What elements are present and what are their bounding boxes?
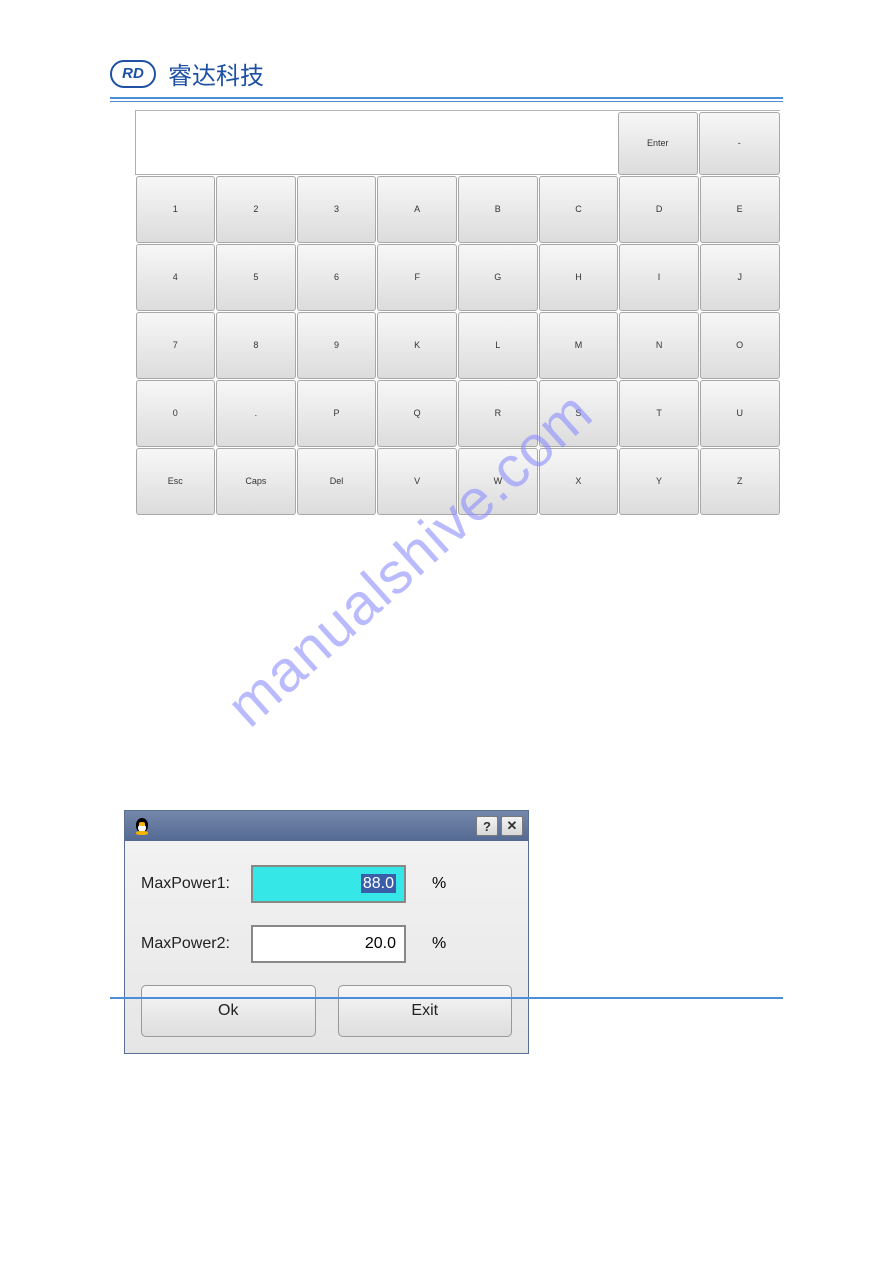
header-divider — [110, 97, 783, 99]
maxpower2-unit: % — [432, 935, 446, 953]
close-button[interactable]: ✕ — [501, 816, 523, 836]
key-y[interactable]: Y — [619, 448, 699, 515]
key-8[interactable]: 8 — [216, 312, 296, 379]
key-i[interactable]: I — [619, 244, 699, 311]
key-caps[interactable]: Caps — [216, 448, 296, 515]
maxpower2-label: MaxPower2: — [141, 935, 251, 953]
key-a[interactable]: A — [377, 176, 457, 243]
key-q[interactable]: Q — [377, 380, 457, 447]
penguin-icon — [132, 816, 152, 836]
key-enter[interactable]: Enter — [618, 112, 699, 175]
key-6[interactable]: 6 — [297, 244, 377, 311]
key-b[interactable]: B — [458, 176, 538, 243]
maxpower2-input[interactable]: 20.0 — [251, 925, 406, 963]
key-e[interactable]: E — [700, 176, 780, 243]
key-0[interactable]: 0 — [136, 380, 216, 447]
footer-divider — [110, 997, 783, 999]
key-c[interactable]: C — [539, 176, 619, 243]
key-2[interactable]: 2 — [216, 176, 296, 243]
onscreen-keyboard: Enter - 123ABCDE 456FGHIJ 789KLMNO 0.PQRSTU… — [135, 110, 780, 515]
dialog-titlebar: ? ✕ — [125, 811, 528, 841]
exit-button[interactable]: Exit — [338, 985, 513, 1037]
key-1[interactable]: 1 — [136, 176, 216, 243]
key-l[interactable]: L — [458, 312, 538, 379]
maxpower1-input[interactable]: 88.0 — [251, 865, 406, 903]
key-x[interactable]: X — [539, 448, 619, 515]
help-button[interactable]: ? — [476, 816, 498, 836]
key-dash[interactable]: - — [699, 112, 780, 175]
brand-name: 睿达科技 — [168, 56, 264, 91]
maxpower1-unit: % — [432, 875, 446, 893]
key-o[interactable]: O — [700, 312, 780, 379]
key-f[interactable]: F — [377, 244, 457, 311]
key-4[interactable]: 4 — [136, 244, 216, 311]
key-.[interactable]: . — [216, 380, 296, 447]
page-header: RD 睿达科技 — [110, 56, 783, 91]
key-z[interactable]: Z — [700, 448, 780, 515]
header-divider-thin — [110, 101, 783, 102]
key-3[interactable]: 3 — [297, 176, 377, 243]
key-h[interactable]: H — [539, 244, 619, 311]
key-k[interactable]: K — [377, 312, 457, 379]
logo-badge: RD — [110, 60, 156, 88]
key-w[interactable]: W — [458, 448, 538, 515]
maxpower1-label: MaxPower1: — [141, 875, 251, 893]
key-u[interactable]: U — [700, 380, 780, 447]
keyboard-input-display[interactable] — [135, 111, 617, 175]
key-del[interactable]: Del — [297, 448, 377, 515]
key-d[interactable]: D — [619, 176, 699, 243]
key-g[interactable]: G — [458, 244, 538, 311]
key-9[interactable]: 9 — [297, 312, 377, 379]
key-s[interactable]: S — [539, 380, 619, 447]
power-dialog: ? ✕ MaxPower1: 88.0 % MaxPower2: 20.0 % … — [124, 810, 529, 1054]
key-r[interactable]: R — [458, 380, 538, 447]
key-esc[interactable]: Esc — [136, 448, 216, 515]
key-5[interactable]: 5 — [216, 244, 296, 311]
ok-button[interactable]: Ok — [141, 985, 316, 1037]
key-t[interactable]: T — [619, 380, 699, 447]
key-v[interactable]: V — [377, 448, 457, 515]
key-p[interactable]: P — [297, 380, 377, 447]
key-m[interactable]: M — [539, 312, 619, 379]
key-j[interactable]: J — [700, 244, 780, 311]
key-7[interactable]: 7 — [136, 312, 216, 379]
logo-text: RD — [122, 65, 144, 82]
key-n[interactable]: N — [619, 312, 699, 379]
